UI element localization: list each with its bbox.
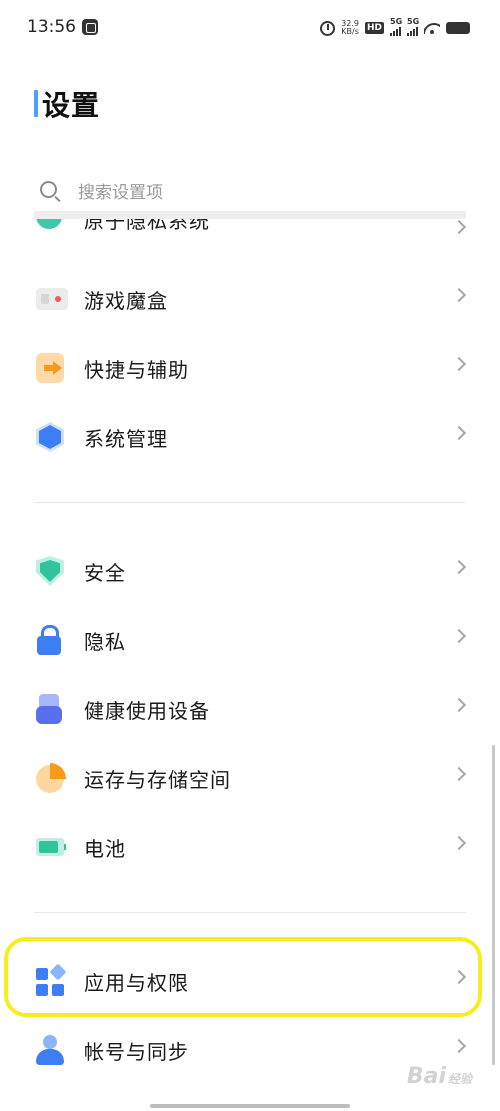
settings-item-memory-storage[interactable]: 运存与存储空间	[0, 749, 500, 805]
user-account-icon	[36, 1035, 64, 1065]
chevron-right-icon	[451, 425, 467, 441]
highlight-annotation	[4, 937, 482, 1017]
settings-item-system-management[interactable]: 系统管理	[0, 408, 500, 464]
game-controller-icon	[36, 288, 68, 310]
page-title-accent	[34, 90, 38, 117]
shield-icon	[36, 556, 64, 586]
chevron-right-icon	[451, 287, 467, 303]
chevron-right-icon	[451, 356, 467, 372]
signal-label-sim1: 5G	[390, 17, 403, 26]
settings-item-label: 帐号与同步	[84, 1040, 189, 1064]
settings-item-label: 电池	[84, 837, 126, 861]
chevron-right-icon	[451, 835, 467, 851]
settings-item-label: 安全	[84, 561, 126, 585]
watermark-suffix: 经验	[447, 1072, 472, 1086]
settings-item-security[interactable]: 安全	[0, 542, 500, 598]
settings-item-game-box[interactable]: 游戏魔盒	[0, 270, 500, 326]
hd-voice-icon: HD	[364, 22, 384, 34]
signal-label-sim2: 5G	[407, 17, 420, 26]
settings-item-label: 系统管理	[84, 427, 168, 451]
battery-icon	[36, 838, 68, 856]
search-input[interactable]: 搜索设置项	[34, 172, 466, 212]
settings-item-label: 运存与存储空间	[84, 768, 231, 792]
network-speed: 32.9 KB/s	[341, 20, 359, 36]
network-speed-unit: KB/s	[341, 27, 359, 36]
settings-item-health-devices[interactable]: 健康使用设备	[0, 680, 500, 736]
hourglass-health-icon	[36, 694, 62, 724]
home-indicator[interactable]	[150, 1104, 350, 1108]
shortcut-arrow-icon	[36, 353, 64, 383]
settings-item-label: 健康使用设备	[84, 699, 210, 723]
search-divider	[34, 211, 466, 219]
privacy-system-icon	[36, 219, 62, 229]
search-icon	[40, 181, 57, 198]
settings-item-privacy-system[interactable]: 原子隐私系统	[0, 219, 500, 245]
battery-status-icon	[446, 22, 470, 34]
section-divider	[34, 502, 466, 503]
wifi-icon	[424, 22, 440, 34]
settings-item-label: 隐私	[84, 630, 126, 654]
chevron-right-icon	[451, 219, 467, 235]
lock-icon	[36, 625, 62, 655]
settings-item-privacy[interactable]: 隐私	[0, 611, 500, 667]
signal-icon-sim1: 5G	[390, 17, 403, 36]
settings-item-battery[interactable]: 电池	[0, 818, 500, 874]
signal-icon-sim2: 5G	[407, 17, 420, 36]
section-divider	[34, 912, 466, 913]
scrollbar[interactable]	[492, 745, 495, 1065]
search-placeholder: 搜索设置项	[78, 183, 163, 203]
chevron-right-icon	[451, 559, 467, 575]
chevron-right-icon	[451, 1038, 467, 1054]
page-title: 设置	[42, 89, 101, 122]
chevron-right-icon	[451, 697, 467, 713]
status-time: 13:56	[27, 17, 76, 37]
settings-item-label: 原子隐私系统	[84, 219, 210, 233]
pie-storage-icon	[36, 763, 66, 793]
hexagon-system-icon	[36, 422, 64, 452]
watermark-logo: Bai 经验	[407, 1064, 472, 1089]
watermark-text: Bai	[406, 1064, 446, 1089]
chevron-right-icon	[451, 766, 467, 782]
settings-item-label: 游戏魔盒	[84, 289, 168, 313]
alarm-icon	[320, 20, 336, 36]
settings-item-shortcuts[interactable]: 快捷与辅助	[0, 339, 500, 395]
chevron-right-icon	[451, 628, 467, 644]
status-bar: 13:56 32.9 KB/s HD 5G 5G	[0, 0, 500, 56]
status-icons: 32.9 KB/s HD 5G 5G	[320, 17, 470, 39]
settings-item-label: 快捷与辅助	[84, 358, 189, 382]
notification-app-icon	[82, 19, 98, 35]
